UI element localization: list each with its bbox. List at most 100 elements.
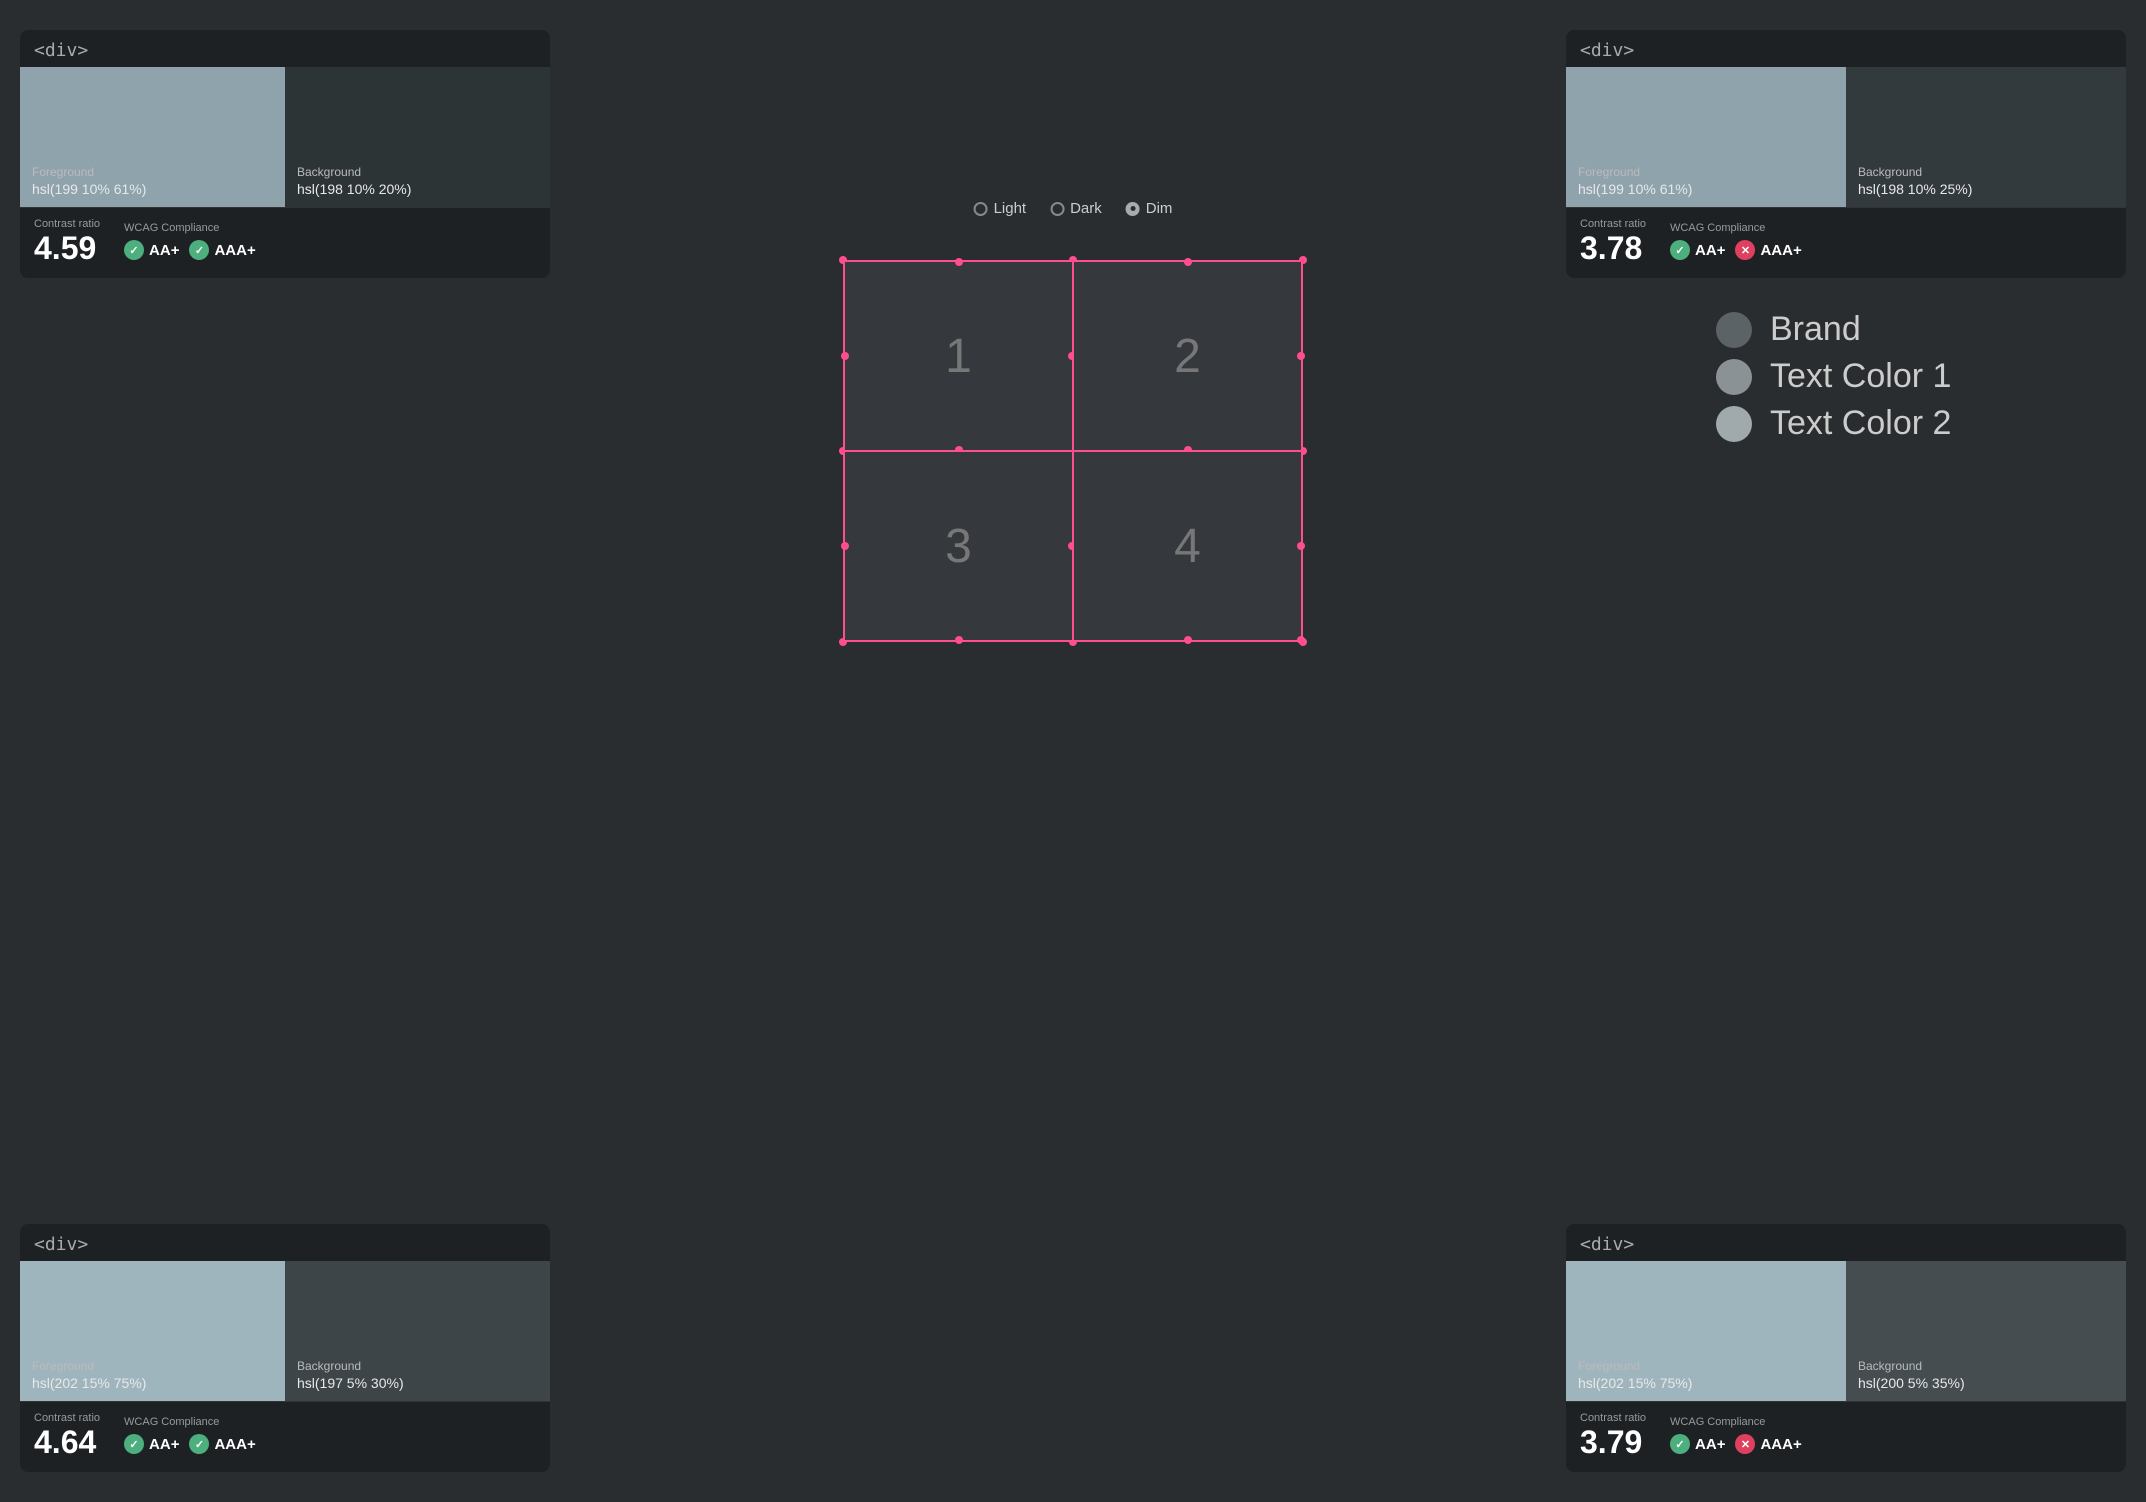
top-left-panel: <div> Foreground hsl(199 10% 61%) Backgr… bbox=[20, 30, 550, 278]
bl-swatches: Foreground hsl(202 15% 75%) Background h… bbox=[20, 1261, 550, 1401]
panel-bl-title: <div> bbox=[20, 1224, 550, 1261]
text2-dot-s bbox=[1716, 406, 1752, 442]
br-aaa-badge: ✕ AAA+ bbox=[1735, 1434, 1801, 1454]
tr-foreground-swatch: Foreground hsl(199 10% 61%) bbox=[1566, 67, 1846, 207]
tl-contrast: Contrast ratio 4.59 bbox=[34, 218, 100, 264]
tl-fg-label: Foreground bbox=[32, 165, 273, 179]
bl-background-swatch: Background hsl(197 5% 30%) bbox=[285, 1261, 550, 1401]
bl-aaa-badge: ✓ AAA+ bbox=[189, 1434, 255, 1454]
dot-c1-ml bbox=[841, 352, 849, 360]
br-aa-label: AA+ bbox=[1695, 1436, 1725, 1453]
dot-c4-mr bbox=[1297, 542, 1305, 550]
br-fg-label: Foreground bbox=[1578, 1359, 1834, 1373]
br-aaa-label: AAA+ bbox=[1760, 1436, 1801, 1453]
grid-cell-3: 3 bbox=[844, 451, 1073, 641]
br-stats: Contrast ratio 3.79 WCAG Compliance ✓ AA… bbox=[1566, 1401, 2126, 1472]
br-contrast-value: 3.79 bbox=[1580, 1426, 1646, 1458]
brand-label-s: Brand bbox=[1770, 310, 1861, 349]
bl-aa-badge: ✓ AA+ bbox=[124, 1434, 179, 1454]
bottom-left-panel: <div> Foreground hsl(202 15% 75%) Backgr… bbox=[20, 1224, 550, 1472]
tl-foreground-swatch: Foreground hsl(199 10% 61%) bbox=[20, 67, 285, 207]
bl-contrast: Contrast ratio 4.64 bbox=[34, 1412, 100, 1458]
tl-wcag: WCAG Compliance ✓ AA+ ✓ AAA+ bbox=[124, 222, 256, 260]
panel-br-title: <div> bbox=[1566, 1224, 2126, 1261]
bl-bg-value: hsl(197 5% 30%) bbox=[297, 1375, 538, 1391]
legend-text1-standalone: Text Color 1 bbox=[1716, 357, 2116, 396]
tr-badges: ✓ AA+ ✕ AAA+ bbox=[1670, 240, 1802, 260]
panel-tl-title: <div> bbox=[20, 30, 550, 67]
radio-group: Light Dark Dim bbox=[974, 200, 1173, 217]
text1-label-s: Text Color 1 bbox=[1770, 357, 1951, 396]
grid-cell-1: 1 bbox=[844, 261, 1073, 451]
tl-swatches: Foreground hsl(199 10% 61%) Background h… bbox=[20, 67, 550, 207]
tr-aaa-label: AAA+ bbox=[1760, 242, 1801, 259]
tl-contrast-label: Contrast ratio bbox=[34, 218, 100, 230]
dot-c4-br bbox=[1297, 636, 1305, 644]
br-badges: ✓ AA+ ✕ AAA+ bbox=[1670, 1434, 1802, 1454]
tl-contrast-value: 4.59 bbox=[34, 232, 100, 264]
tr-bg-label: Background bbox=[1858, 165, 2114, 179]
dot-c3-ml bbox=[841, 542, 849, 550]
grid-selection-wrapper: 1 2 3 4 bbox=[843, 260, 1303, 642]
bl-stats: Contrast ratio 4.64 WCAG Compliance ✓ AA… bbox=[20, 1401, 550, 1472]
radio-dark-label: Dark bbox=[1070, 200, 1102, 217]
tr-contrast: Contrast ratio 3.78 bbox=[1580, 218, 1646, 264]
tr-background-swatch: Background hsl(198 10% 25%) bbox=[1846, 67, 2126, 207]
dot-c4-bm bbox=[1184, 636, 1192, 644]
panel-tr-title: <div> bbox=[1566, 30, 2126, 67]
radio-dark-circle bbox=[1050, 202, 1064, 216]
text2-label-s: Text Color 2 bbox=[1770, 404, 1951, 443]
br-aaa-icon: ✕ bbox=[1735, 1434, 1755, 1454]
tl-bg-value: hsl(198 10% 20%) bbox=[297, 181, 538, 197]
cell-1-label: 1 bbox=[945, 329, 972, 384]
legend-brand-standalone: Brand bbox=[1716, 310, 2116, 349]
bl-contrast-label: Contrast ratio bbox=[34, 1412, 100, 1424]
tl-background-swatch: Background hsl(198 10% 20%) bbox=[285, 67, 550, 207]
tl-aaa-label: AAA+ bbox=[214, 242, 255, 259]
tr-swatches: Foreground hsl(199 10% 61%) Background h… bbox=[1566, 67, 2126, 207]
radio-dim-circle bbox=[1126, 202, 1140, 216]
cell-2-label: 2 bbox=[1174, 329, 1201, 384]
radio-light[interactable]: Light bbox=[974, 200, 1027, 217]
tl-wcag-label: WCAG Compliance bbox=[124, 222, 256, 234]
tr-wcag: WCAG Compliance ✓ AA+ ✕ AAA+ bbox=[1670, 222, 1802, 260]
tr-aa-badge: ✓ AA+ bbox=[1670, 240, 1725, 260]
bl-bg-label: Background bbox=[297, 1359, 538, 1373]
dot-c1-tm bbox=[955, 258, 963, 266]
layout-grid: 1 2 3 4 bbox=[843, 260, 1303, 642]
radio-dim[interactable]: Dim bbox=[1126, 200, 1173, 217]
br-bg-label: Background bbox=[1858, 1359, 2114, 1373]
bl-wcag-label: WCAG Compliance bbox=[124, 1416, 256, 1428]
tl-aa-label: AA+ bbox=[149, 242, 179, 259]
tr-stats: Contrast ratio 3.78 WCAG Compliance ✓ AA… bbox=[1566, 207, 2126, 278]
grid-cell-2: 2 bbox=[1073, 261, 1302, 451]
radio-light-label: Light bbox=[994, 200, 1027, 217]
tr-aaa-icon: ✕ bbox=[1735, 240, 1755, 260]
br-wcag-label: WCAG Compliance bbox=[1670, 1416, 1802, 1428]
br-background-swatch: Background hsl(200 5% 35%) bbox=[1846, 1261, 2126, 1401]
cell-3-label: 3 bbox=[945, 519, 972, 574]
br-aa-icon: ✓ bbox=[1670, 1434, 1690, 1454]
tr-contrast-value: 3.78 bbox=[1580, 232, 1646, 264]
radio-light-circle bbox=[974, 202, 988, 216]
dot-c3-bm bbox=[955, 636, 963, 644]
bl-aa-label: AA+ bbox=[149, 1436, 179, 1453]
tr-wcag-label: WCAG Compliance bbox=[1670, 222, 1802, 234]
tr-aaa-badge: ✕ AAA+ bbox=[1735, 240, 1801, 260]
bl-aa-icon: ✓ bbox=[124, 1434, 144, 1454]
text1-dot-s bbox=[1716, 359, 1752, 395]
bl-fg-label: Foreground bbox=[32, 1359, 273, 1373]
br-contrast-label: Contrast ratio bbox=[1580, 1412, 1646, 1424]
dot-c2-mr bbox=[1297, 352, 1305, 360]
radio-dark[interactable]: Dark bbox=[1050, 200, 1102, 217]
tl-aaa-icon: ✓ bbox=[189, 240, 209, 260]
bl-aaa-icon: ✓ bbox=[189, 1434, 209, 1454]
grid-cells: 1 2 3 4 bbox=[843, 260, 1303, 642]
legend-text2-standalone: Text Color 2 bbox=[1716, 404, 2116, 443]
bl-foreground-swatch: Foreground hsl(202 15% 75%) bbox=[20, 1261, 285, 1401]
tr-fg-value: hsl(199 10% 61%) bbox=[1578, 181, 1834, 197]
tl-badges: ✓ AA+ ✓ AAA+ bbox=[124, 240, 256, 260]
radio-dim-label: Dim bbox=[1146, 200, 1173, 217]
brand-dot-s bbox=[1716, 312, 1752, 348]
tr-aa-icon: ✓ bbox=[1670, 240, 1690, 260]
